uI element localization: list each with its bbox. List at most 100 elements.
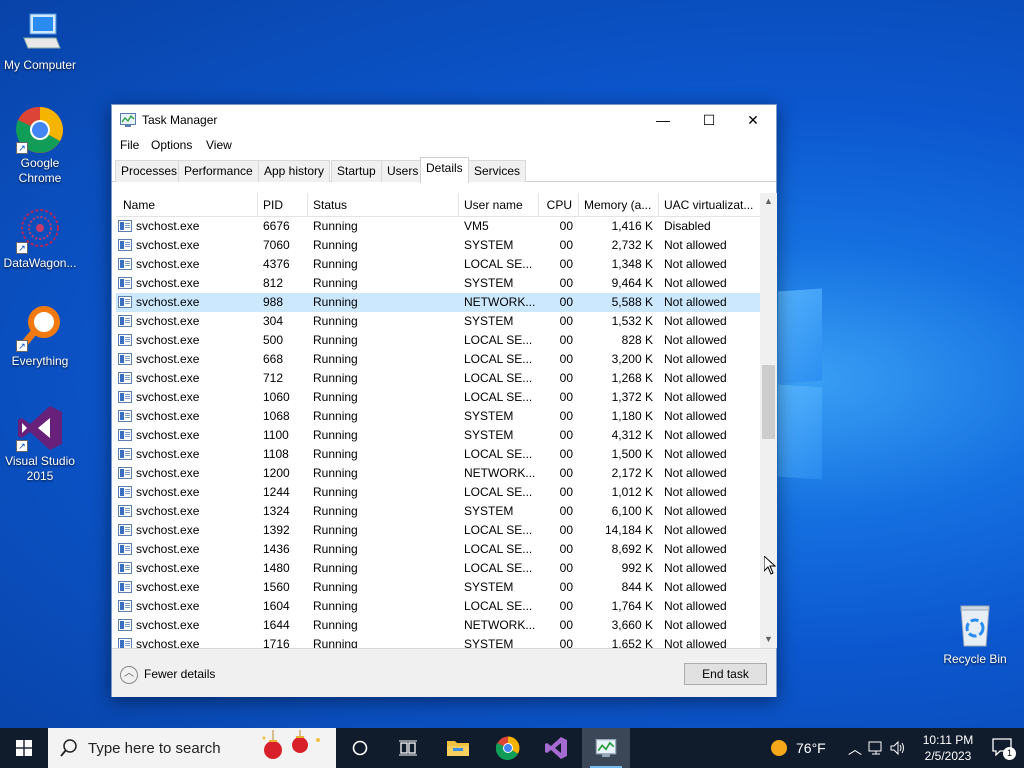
cell-memory: 9,464 K [611,276,653,290]
menu-options[interactable]: Options [151,138,192,152]
cell-memory: 1,372 K [611,390,653,404]
tab-services[interactable]: Services [468,160,527,182]
search-icon [60,739,77,757]
desktop-icon-everything[interactable]: ↗ Everything [0,304,80,369]
table-row[interactable]: svchost.exe 1200 Running NETWORK... 00 2,172 … [116,464,760,483]
column-header-memory[interactable]: Memory (a... [579,193,659,217]
table-row[interactable]: svchost.exe 712 Running LOCAL SE... 00 1,268 … [116,369,760,388]
recycle-bin-icon [951,602,999,650]
table-row[interactable]: svchost.exe 1436 Running LOCAL SE... 00 8,692… [116,540,760,559]
column-header-user-name[interactable]: User name [459,193,539,217]
cell-cpu: 00 [559,447,573,461]
table-row[interactable]: svchost.exe 1604 Running LOCAL SE... 00 1,764… [116,597,760,616]
tab-strip: Processes Performance App history Startu… [112,156,776,183]
table-row[interactable]: svchost.exe 1068 Running SYSTEM 00 1,180 K Not… [116,407,760,426]
scroll-up-icon[interactable]: ▲ [760,193,777,210]
table-row[interactable]: svchost.exe 1480 Running LOCAL SE... 00 992 K… [116,559,760,578]
start-button[interactable] [0,728,48,768]
cell-pid: 668 [263,352,284,366]
cell-cpu: 00 [559,523,573,537]
process-icon [118,353,132,365]
network-icon[interactable] [868,740,884,756]
tab-startup[interactable]: Startup [331,160,382,182]
taskbar-file-explorer[interactable] [434,728,482,768]
desktop-icon-visual-studio[interactable]: ↗ Visual Studio 2015 [0,404,80,484]
cell-uac: Not allowed [664,504,727,518]
notification-center-button[interactable]: 1 [992,738,1016,760]
desktop-icon-my-computer[interactable]: My Computer [0,8,80,73]
tab-processes[interactable]: Processes [115,160,184,182]
desktop-icon-datawagon[interactable]: ↗ DataWagon... [0,206,80,271]
column-header-cpu[interactable]: CPU [539,193,579,217]
table-row[interactable]: svchost.exe 6676 Running VM5 00 1,416 K Disabl… [116,217,760,236]
chevron-up-icon[interactable]: ︿ [848,739,862,759]
wallpaper-logo-pane [778,384,822,480]
close-button[interactable]: ✕ [730,105,776,135]
cell-name: svchost.exe [136,333,200,347]
cell-pid: 1644 [263,618,290,632]
visual-studio-icon [545,737,567,759]
scrollbar-thumb[interactable] [762,365,775,439]
vertical-scrollbar[interactable]: ▲ ▼ [760,193,777,648]
table-row[interactable]: svchost.exe 1716 Running SYSTEM 00 1,652 K Not… [116,635,760,648]
minimize-button[interactable]: — [640,105,686,135]
desktop-icon-google-chrome[interactable]: ↗ Google Chrome [0,106,80,186]
cell-status: Running [313,333,358,347]
cell-user-name: LOCAL SE... [464,561,533,575]
tab-details[interactable]: Details [420,157,469,183]
cell-memory: 1,416 K [611,219,653,233]
volume-icon[interactable] [890,740,906,756]
task-manager-icon [595,739,617,757]
cell-memory: 1,348 K [611,257,653,271]
column-header-pid[interactable]: PID [258,193,308,217]
cell-status: Running [313,485,358,499]
cell-name: svchost.exe [136,314,200,328]
fewer-details-button[interactable]: ︿ Fewer details [120,664,215,684]
search-placeholder: Type here to search [88,740,221,757]
table-row[interactable]: svchost.exe 1560 Running SYSTEM 00 844 K Not a… [116,578,760,597]
table-row[interactable]: svchost.exe 1244 Running LOCAL SE... 00 1,012… [116,483,760,502]
cell-user-name: SYSTEM [464,409,514,423]
clock[interactable]: 10:11 PM 2/5/2023 [918,732,978,764]
tab-users[interactable]: Users [381,160,425,182]
table-row[interactable]: svchost.exe 1108 Running LOCAL SE... 00 1,500… [116,445,760,464]
table-row[interactable]: svchost.exe 7060 Running SYSTEM 00 2,732 K Not… [116,236,760,255]
table-row[interactable]: svchost.exe 1644 Running NETWORK... 00 3,660 … [116,616,760,635]
end-task-button[interactable]: End task [684,663,767,685]
search-box[interactable]: Type here to search [48,728,336,768]
cortana-button[interactable] [336,728,384,768]
weather-temperature[interactable]: 76°F [796,740,826,756]
table-row[interactable]: svchost.exe 1392 Running LOCAL SE... 00 14,18… [116,521,760,540]
table-row[interactable]: svchost.exe 1324 Running SYSTEM 00 6,100 K Not… [116,502,760,521]
taskbar-visual-studio[interactable] [532,728,580,768]
weather-sun-icon[interactable] [770,739,788,757]
table-row[interactable]: svchost.exe 988 Running NETWORK... 00 5,588 K… [116,293,760,312]
table-row[interactable]: svchost.exe 500 Running LOCAL SE... 00 828 K N… [116,331,760,350]
cell-cpu: 00 [559,428,573,442]
title-bar[interactable]: Task Manager — ☐ ✕ [112,105,776,135]
window-title: Task Manager [142,113,218,127]
cell-name: svchost.exe [136,257,200,271]
table-row[interactable]: svchost.exe 304 Running SYSTEM 00 1,532 K Not … [116,312,760,331]
maximize-button[interactable]: ☐ [686,105,732,135]
table-row[interactable]: svchost.exe 668 Running LOCAL SE... 00 3,200 … [116,350,760,369]
taskbar-chrome[interactable] [484,728,532,768]
taskbar-task-manager[interactable] [582,728,630,768]
menu-view[interactable]: View [206,138,232,152]
tab-app-history[interactable]: App history [258,160,331,182]
menu-file[interactable]: File [120,138,139,152]
tab-performance[interactable]: Performance [178,160,259,182]
column-header-name[interactable]: Name [116,193,258,217]
scroll-down-icon[interactable]: ▼ [760,631,777,648]
task-view-button[interactable] [384,728,432,768]
desktop-icon-recycle-bin[interactable]: Recycle Bin [935,602,1015,667]
table-row[interactable]: svchost.exe 812 Running SYSTEM 00 9,464 K Not … [116,274,760,293]
cell-cpu: 00 [559,599,573,613]
cell-user-name: NETWORK... [464,466,536,480]
cell-pid: 6676 [263,219,290,233]
table-row[interactable]: svchost.exe 1060 Running LOCAL SE... 00 1,372… [116,388,760,407]
column-header-status[interactable]: Status [308,193,459,217]
table-row[interactable]: svchost.exe 1100 Running SYSTEM 00 4,312 K Not… [116,426,760,445]
column-header-uac[interactable]: UAC virtualizat... [659,193,760,217]
table-row[interactable]: svchost.exe 4376 Running LOCAL SE... 00 1,348… [116,255,760,274]
